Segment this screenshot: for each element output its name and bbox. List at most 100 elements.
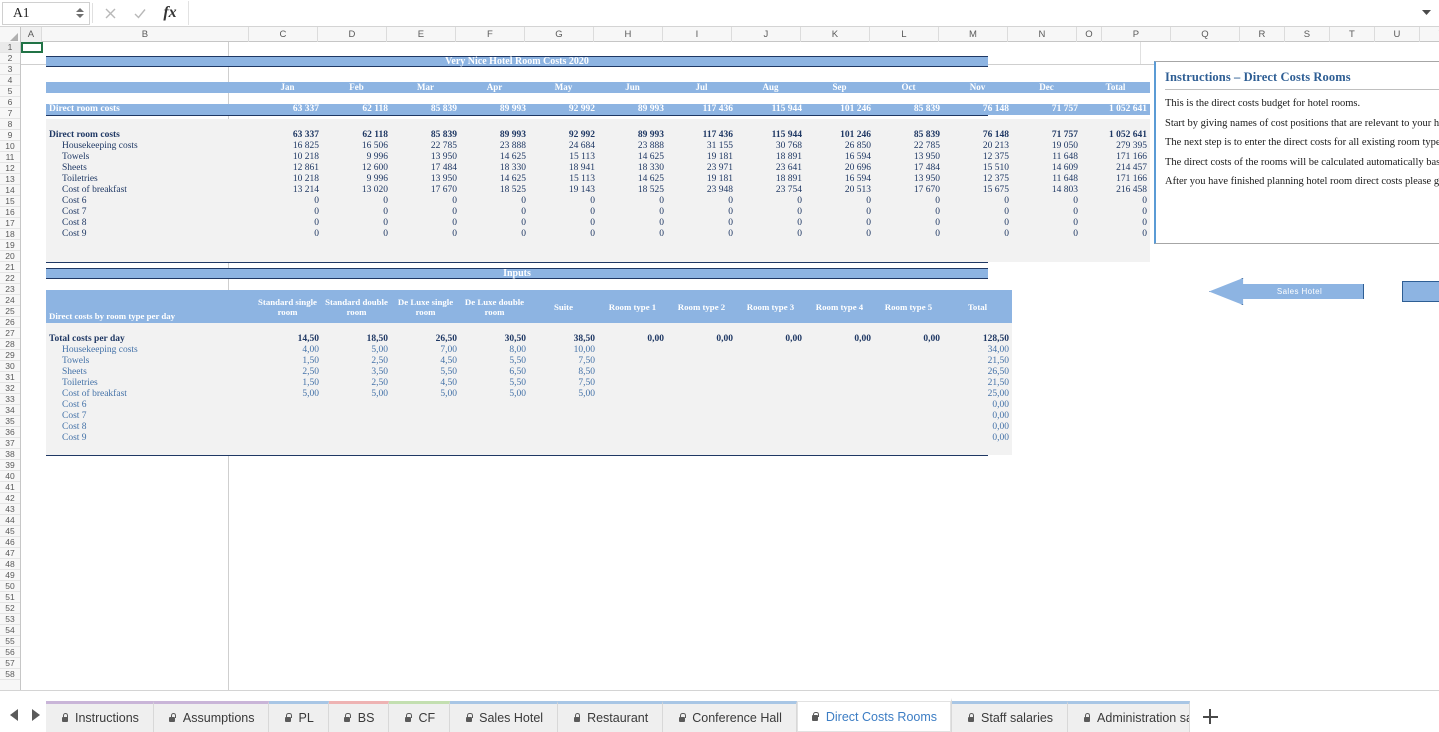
value-cell[interactable]: [736, 433, 805, 444]
row-header-44[interactable]: 44: [0, 515, 20, 526]
row-header-45[interactable]: 45: [0, 526, 20, 537]
value-cell[interactable]: 0,00: [805, 334, 874, 345]
value-cell[interactable]: [253, 323, 322, 334]
value-cell[interactable]: 1 052 641: [1081, 130, 1150, 141]
value-cell[interactable]: [736, 251, 805, 262]
value-cell[interactable]: 25,00: [943, 389, 1012, 400]
value-cell[interactable]: [805, 119, 874, 130]
value-cell[interactable]: [874, 378, 943, 389]
value-cell[interactable]: [391, 323, 460, 334]
value-cell[interactable]: 171 166: [1081, 174, 1150, 185]
row-header-8[interactable]: 8: [0, 119, 20, 130]
value-cell[interactable]: 5,00: [391, 389, 460, 400]
value-cell[interactable]: [391, 433, 460, 444]
value-cell[interactable]: 13 020: [322, 185, 391, 196]
value-cell[interactable]: 22 785: [874, 141, 943, 152]
value-cell[interactable]: 92 992: [529, 130, 598, 141]
value-cell[interactable]: 0: [322, 196, 391, 207]
value-cell[interactable]: 8,50: [529, 367, 598, 378]
value-cell[interactable]: [667, 323, 736, 334]
value-cell[interactable]: 0,00: [943, 433, 1012, 444]
value-cell[interactable]: [253, 400, 322, 411]
value-cell[interactable]: 17 484: [391, 163, 460, 174]
value-cell[interactable]: 89 993: [460, 130, 529, 141]
value-cell[interactable]: [322, 433, 391, 444]
row-header-39[interactable]: 39: [0, 460, 20, 471]
value-cell[interactable]: [598, 356, 667, 367]
row-header-11[interactable]: 11: [0, 152, 20, 163]
value-cell[interactable]: 13 214: [253, 185, 322, 196]
value-cell[interactable]: 0: [874, 207, 943, 218]
value-cell[interactable]: 19 143: [529, 185, 598, 196]
value-cell[interactable]: [322, 422, 391, 433]
row-header-10[interactable]: 10: [0, 141, 20, 152]
value-cell[interactable]: 0: [391, 207, 460, 218]
value-cell[interactable]: 62 118: [322, 130, 391, 141]
value-cell[interactable]: [736, 323, 805, 334]
value-cell[interactable]: 14 625: [460, 174, 529, 185]
value-cell[interactable]: 0: [322, 207, 391, 218]
value-cell[interactable]: 12 861: [253, 163, 322, 174]
value-cell[interactable]: 14 625: [598, 174, 667, 185]
value-cell[interactable]: 14,50: [253, 334, 322, 345]
formula-input[interactable]: [188, 1, 1413, 25]
column-header-k[interactable]: K: [801, 27, 870, 42]
value-cell[interactable]: 0: [874, 229, 943, 240]
value-cell[interactable]: 0: [667, 196, 736, 207]
value-cell[interactable]: 8,00: [460, 345, 529, 356]
row-header-9[interactable]: 9: [0, 130, 20, 141]
value-cell[interactable]: 5,00: [253, 389, 322, 400]
sheet-tab-instructions[interactable]: Instructions: [46, 701, 154, 732]
value-cell[interactable]: 0: [460, 196, 529, 207]
value-cell[interactable]: 12 375: [943, 152, 1012, 163]
value-cell[interactable]: 0: [529, 207, 598, 218]
value-cell[interactable]: [736, 378, 805, 389]
row-header-23[interactable]: 23: [0, 284, 20, 295]
fx-icon[interactable]: fx: [155, 1, 185, 25]
sheet-tab-sales-hotel[interactable]: Sales Hotel: [450, 701, 558, 732]
value-cell[interactable]: 0: [460, 207, 529, 218]
value-cell[interactable]: [391, 422, 460, 433]
value-cell[interactable]: 26 850: [805, 141, 874, 152]
value-cell[interactable]: 0: [322, 229, 391, 240]
value-cell[interactable]: [322, 251, 391, 262]
row-header-13[interactable]: 13: [0, 174, 20, 185]
value-cell[interactable]: [1012, 251, 1081, 262]
value-cell[interactable]: 0: [1012, 218, 1081, 229]
value-cell[interactable]: 0: [598, 218, 667, 229]
value-cell[interactable]: [874, 389, 943, 400]
value-cell[interactable]: [391, 400, 460, 411]
row-header-32[interactable]: 32: [0, 383, 20, 394]
value-cell[interactable]: 5,00: [529, 389, 598, 400]
value-cell[interactable]: 0: [736, 229, 805, 240]
value-cell[interactable]: 11 648: [1012, 174, 1081, 185]
value-cell[interactable]: 89 993: [598, 130, 667, 141]
value-cell[interactable]: [598, 345, 667, 356]
value-cell[interactable]: 19 050: [1012, 141, 1081, 152]
row-header-22[interactable]: 22: [0, 273, 20, 284]
sheet-tab-staff-salaries[interactable]: Staff salaries: [952, 701, 1068, 732]
value-cell[interactable]: [667, 240, 736, 251]
value-cell[interactable]: [391, 411, 460, 422]
sheet-tab-bs[interactable]: BS: [329, 701, 390, 732]
value-cell[interactable]: 0: [391, 218, 460, 229]
column-header-a[interactable]: A: [21, 27, 42, 42]
value-cell[interactable]: 0: [529, 229, 598, 240]
value-cell[interactable]: 13 950: [391, 152, 460, 163]
value-cell[interactable]: [1081, 240, 1150, 251]
value-cell[interactable]: 18 330: [460, 163, 529, 174]
value-cell[interactable]: [874, 345, 943, 356]
value-cell[interactable]: [1081, 119, 1150, 130]
value-cell[interactable]: [322, 444, 391, 455]
value-cell[interactable]: 16 594: [805, 174, 874, 185]
value-cell[interactable]: 0: [736, 196, 805, 207]
value-cell[interactable]: 17 484: [874, 163, 943, 174]
value-cell[interactable]: [322, 411, 391, 422]
column-header-o[interactable]: O: [1077, 27, 1102, 42]
value-cell[interactable]: 0,00: [943, 411, 1012, 422]
value-cell[interactable]: 279 395: [1081, 141, 1150, 152]
value-cell[interactable]: 10 218: [253, 174, 322, 185]
value-cell[interactable]: [529, 251, 598, 262]
value-cell[interactable]: [874, 356, 943, 367]
value-cell[interactable]: 0: [943, 229, 1012, 240]
